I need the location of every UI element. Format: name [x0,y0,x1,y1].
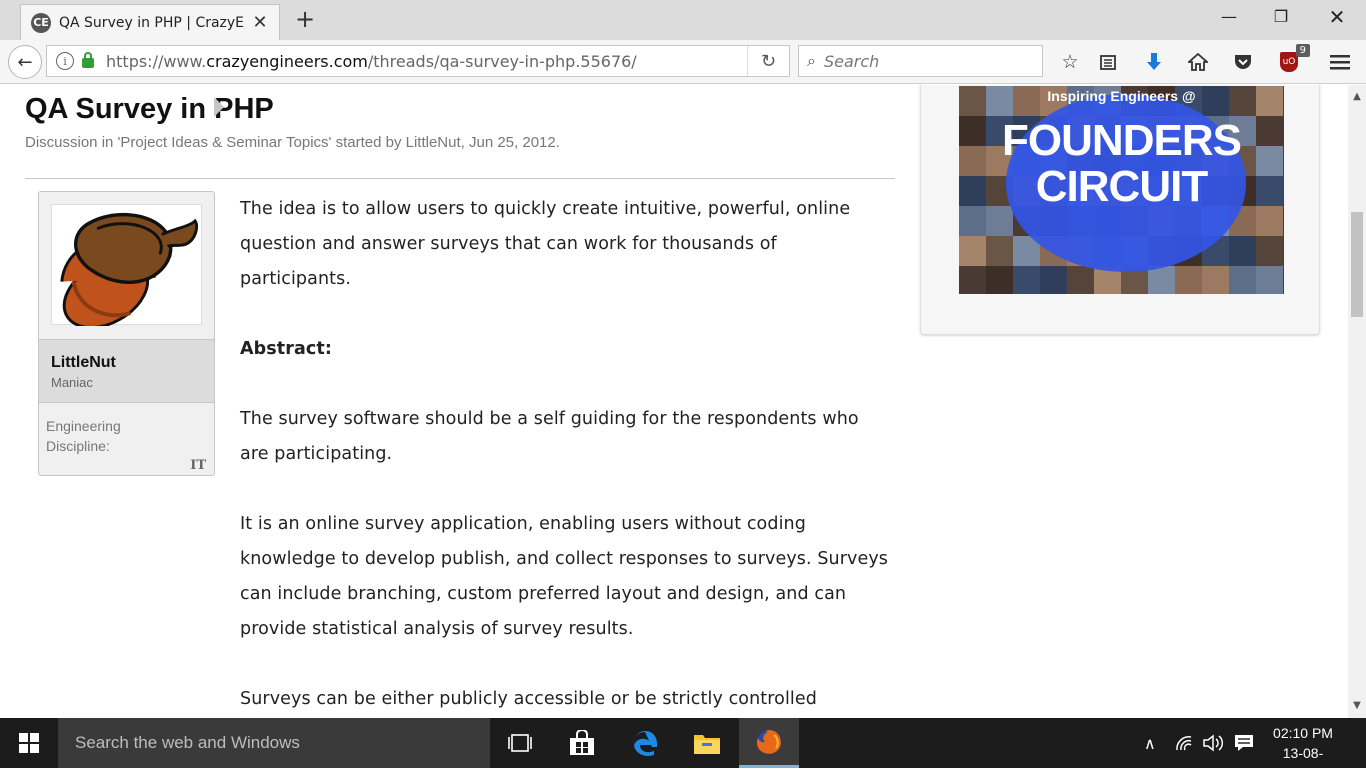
banner-tagline: Inspiring Engineers @ [1047,88,1196,104]
ublock-icon[interactable]: uO 9 [1276,44,1310,74]
taskbar-clock[interactable]: 02:10 PM 13-08-2017 [1268,723,1338,783]
page-viewport: QA Survey in PHP Discussion in 'Project … [0,85,1348,718]
notifications-icon[interactable] [1233,718,1255,768]
url-bar[interactable]: i https://www.crazyengineers.com/threads… [46,45,790,77]
user-card-arrow [214,97,224,117]
user-card: LittleNut Maniac Engineering Discipline:… [38,191,215,476]
edge-browser-icon[interactable] [615,718,675,768]
banner-title-line2: CIRCUIT [1035,162,1208,211]
username-link[interactable]: LittleNut [51,354,116,372]
collage-photo-tile [1256,236,1283,268]
discipline-value: IT [190,458,206,473]
post-heading: Abstract: [240,339,332,359]
site-info-icon[interactable]: i [56,52,74,70]
navigation-toolbar: ← i https://www.crazyengineers.com/threa… [0,40,1366,84]
search-icon: ⌕ [807,51,816,70]
back-arrow-icon: ← [17,51,33,73]
firefox-icon[interactable] [739,718,799,768]
clock-time: 02:10 PM [1273,725,1333,741]
taskbar-search-box[interactable]: Search the web and Windows [58,718,490,768]
post-paragraph: The idea is to allow users to quickly cr… [240,199,851,289]
close-window-button[interactable]: ✕ [1314,4,1360,30]
collage-photo-tile [1067,266,1094,294]
collage-photo-tile [959,266,986,294]
url-text[interactable]: https://www.crazyengineers.com/threads/q… [106,52,747,71]
collage-photo-tile [959,236,986,268]
collage-photo-tile [986,266,1013,294]
post-paragraph: It is an online survey application, enab… [240,514,889,639]
network-icon[interactable] [1174,718,1194,768]
acorn-avatar-icon [60,212,199,326]
minimize-button[interactable]: — [1206,4,1252,30]
url-path: /threads/qa-survey-in-php.55676/ [367,51,637,71]
ublock-label: uO [1282,57,1296,67]
post-paragraph: Surveys can be either publicly accessibl… [240,689,817,709]
collage-photo-tile [1256,266,1283,294]
search-placeholder: Search [823,51,880,71]
collage-photo-tile [1148,266,1175,294]
windows-taskbar: Search the web and Windows ∧ 02:10 PM 13… [0,718,1366,781]
url-domain: crazyengineers.com [206,51,368,71]
sidebar-ad-card: Inspiring Engineers @ FOUNDERS CIRCUIT [920,85,1320,335]
banner-title-line1: FOUNDERS [1002,116,1242,165]
title-divider [25,178,895,179]
thread-title: QA Survey in PHP [25,93,274,125]
home-icon[interactable] [1185,50,1211,74]
discipline-label: Engineering Discipline: [46,418,121,454]
taskbar-search-text: Search the web and Windows [75,733,300,752]
browser-tab-strip: CE QA Survey in PHP | CrazyEng ✕ + — ❐ ✕ [0,0,1366,40]
post-body: The idea is to allow users to quickly cr… [240,192,890,717]
collage-photo-tile [1229,266,1256,294]
thread-meta: Discussion in 'Project Ideas & Seminar T… [25,134,560,151]
show-hidden-icons[interactable]: ∧ [1144,718,1156,768]
scroll-up-icon[interactable]: ▲ [1348,89,1366,105]
tab-close-icon[interactable]: ✕ [251,12,269,33]
tab-title: QA Survey in PHP | CrazyEng [59,14,245,31]
active-tab[interactable]: CE QA Survey in PHP | CrazyEng ✕ [20,4,280,40]
start-button[interactable] [0,718,58,768]
clock-date: 13-08-2017 [1282,745,1324,781]
scroll-down-icon[interactable]: ▼ [1348,698,1366,714]
user-rank: Maniac [51,375,93,390]
menu-icon[interactable] [1327,50,1353,74]
avatar[interactable] [51,204,202,326]
url-prefix: https://www. [106,51,207,71]
restore-button[interactable]: ❐ [1258,4,1304,30]
search-input[interactable]: ⌕ Search [798,45,1043,77]
collage-photo-tile [1013,266,1040,294]
site-favicon-icon: CE [31,12,51,33]
collage-photo-tile [1040,266,1067,294]
reload-icon[interactable]: ↻ [747,46,789,76]
ublock-badge: 9 [1295,44,1310,57]
bookmark-star-icon[interactable]: ☆ [1057,50,1083,74]
new-tab-button[interactable]: + [292,6,318,32]
page-scrollbar[interactable]: ▲ ▼ [1348,85,1366,718]
store-icon[interactable] [552,718,612,768]
scroll-thumb[interactable] [1351,212,1363,317]
collage-photo-tile [1175,266,1202,294]
downloads-icon[interactable] [1141,50,1167,74]
volume-icon[interactable] [1202,718,1224,768]
collage-photo-tile [1229,236,1256,268]
file-explorer-icon[interactable] [677,718,737,768]
windows-logo-icon [19,733,39,753]
pocket-icon[interactable] [1230,50,1256,74]
collage-photo-tile [986,236,1013,268]
reading-list-icon[interactable] [1095,50,1121,74]
user-info-strip: LittleNut Maniac [39,339,214,403]
collage-photo-tile [1202,266,1229,294]
task-view-icon[interactable] [490,718,550,768]
post-paragraph: The survey software should be a self gui… [240,409,859,464]
back-button[interactable]: ← [8,45,42,79]
secure-lock-icon [82,52,94,68]
founders-circuit-banner[interactable]: Inspiring Engineers @ FOUNDERS CIRCUIT [959,86,1284,294]
